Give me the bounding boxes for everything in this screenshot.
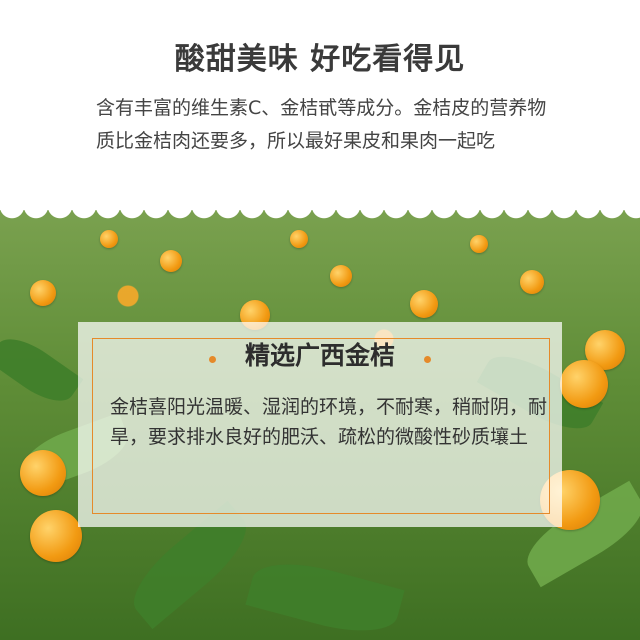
feature-card-text: 金桔喜阳光温暖、湿润的环境，不耐寒，稍耐阴，耐旱，要求排水良好的肥沃、疏松的微酸… bbox=[110, 396, 548, 448]
feature-card-title: 精选广西金桔 bbox=[244, 341, 395, 370]
orange-dot-icon bbox=[208, 356, 216, 363]
page-title: 酸甜美味 好吃看得见 bbox=[174, 42, 466, 77]
feature-card-title-wrap: 精选广西金桔 bbox=[0, 336, 640, 372]
intro-paragraph: 含有丰富的维生素C、金桔甙等成分。金桔皮的营养物质比金桔肉还要多，所以最好果皮和… bbox=[96, 97, 547, 152]
scalloped-edge bbox=[0, 206, 640, 230]
orange-dot-icon bbox=[424, 356, 432, 363]
header-section: 酸甜美味 好吃看得见 含有丰富的维生素C、金桔甙等成分。金桔皮的营养物质比金桔肉… bbox=[0, 0, 640, 230]
